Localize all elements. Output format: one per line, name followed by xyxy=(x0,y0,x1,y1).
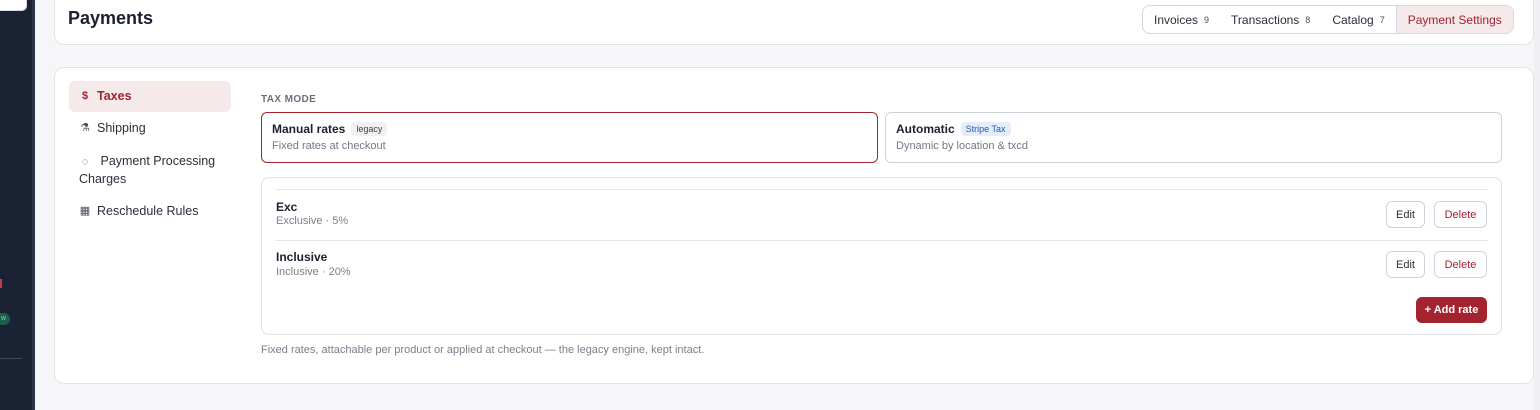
legacy-badge: legacy xyxy=(351,122,388,136)
tax-mode-manual-option[interactable]: Manual rates legacy Fixed rates at check… xyxy=(261,112,878,163)
rate-divider xyxy=(275,189,1488,190)
mode-title: Manual rates legacy xyxy=(272,122,867,136)
tax-rates-list: Exc Exclusive · 5% Edit Delete Inclusive… xyxy=(261,177,1502,335)
tax-mode-footnote: Fixed rates, attachable per product or a… xyxy=(261,344,705,356)
rate-detail: Exclusive · 5% xyxy=(276,215,349,227)
processing-icon: ◌ xyxy=(81,156,89,168)
mode-description: Dynamic by location & txcd xyxy=(896,140,1029,152)
tab-invoices[interactable]: Invoices 9 xyxy=(1143,6,1220,33)
rate-detail: Inclusive · 20% xyxy=(276,266,351,278)
add-rate-button[interactable]: + Add rate xyxy=(1416,297,1487,323)
tab-payment-settings[interactable]: Payment Settings xyxy=(1395,6,1513,33)
page-header: Payments Invoices 9 Transactions 8 Catal… xyxy=(54,0,1534,45)
rail-divider xyxy=(0,358,22,359)
section-tabs: Invoices 9 Transactions 8 Catalog 7 Paym… xyxy=(1142,5,1514,34)
rate-name: Exc xyxy=(276,200,298,214)
sidebar-item-label: Shipping xyxy=(97,121,146,135)
tab-label: Payment Settings xyxy=(1407,12,1502,27)
sidebar-item-label: Taxes xyxy=(97,89,132,103)
mode-title-text: Automatic xyxy=(896,122,955,136)
page-scrollbar[interactable] xyxy=(1534,0,1540,410)
tab-count: 8 xyxy=(1305,14,1311,25)
stripe-tax-badge: Stripe Tax xyxy=(960,122,1011,136)
calendar-icon: ▦ xyxy=(79,205,91,217)
tab-label: Invoices xyxy=(1154,12,1199,27)
sidebar-item-payment-processing-charges[interactable]: ◌ Payment Processing Charges xyxy=(69,153,231,188)
rate-name: Inclusive xyxy=(276,250,328,264)
tax-mode-label: TAX MODE xyxy=(261,94,317,105)
delete-rate-button[interactable]: Delete xyxy=(1434,201,1487,228)
tab-transactions[interactable]: Transactions 8 xyxy=(1220,6,1321,33)
settings-panel: $ Taxes ⚗ Shipping ◌ Payment Processing … xyxy=(54,67,1534,384)
app-sidebar-rail xyxy=(0,0,35,410)
tax-mode-automatic-option[interactable]: Automatic Stripe Tax Dynamic by location… xyxy=(885,112,1502,163)
tab-count: 7 xyxy=(1379,14,1385,25)
shipping-icon: ⚗ xyxy=(80,122,90,134)
rate-divider xyxy=(275,240,1488,241)
sidebar-item-label: Reschedule Rules xyxy=(97,204,199,218)
sidebar-item-shipping[interactable]: ⚗ Shipping xyxy=(69,120,231,137)
tab-catalog[interactable]: Catalog 7 xyxy=(1321,6,1395,33)
tab-label: Transactions xyxy=(1231,12,1300,27)
mode-title-text: Manual rates xyxy=(272,122,346,136)
edit-rate-button[interactable]: Edit xyxy=(1386,201,1425,228)
tab-count: 9 xyxy=(1204,14,1210,25)
edit-rate-button[interactable]: Edit xyxy=(1386,251,1425,278)
dollar-icon: $ xyxy=(81,90,89,102)
sidebar-item-reschedule-rules[interactable]: ▦ Reschedule Rules xyxy=(69,203,231,220)
rail-scrollbar[interactable] xyxy=(32,0,35,410)
tab-label: Catalog xyxy=(1332,12,1374,27)
sidebar-item-taxes[interactable]: $ Taxes xyxy=(69,81,231,112)
mode-title: Automatic Stripe Tax xyxy=(896,122,1491,136)
rail-top-box[interactable] xyxy=(0,0,27,11)
sidebar-item-label: Payment Processing Charges xyxy=(79,154,216,186)
delete-rate-button[interactable]: Delete xyxy=(1434,251,1487,278)
rail-notification-mark xyxy=(0,279,2,288)
page-title: Payments xyxy=(68,8,154,28)
mode-description: Fixed rates at checkout xyxy=(272,140,386,152)
